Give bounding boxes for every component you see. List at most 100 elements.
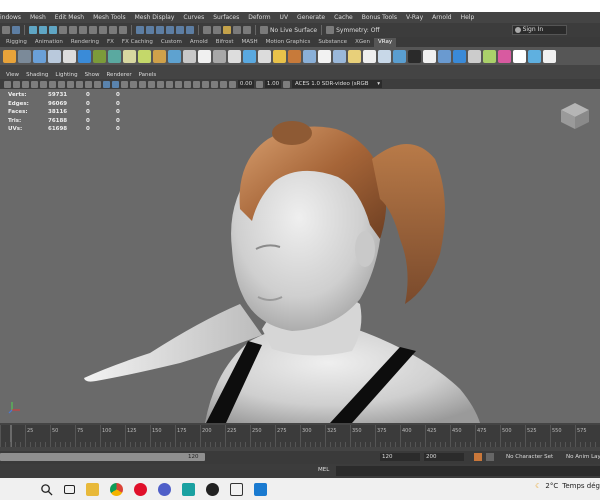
panel-menu-shading[interactable]: Shading xyxy=(26,72,48,78)
shelf-tool-icon[interactable] xyxy=(393,49,406,63)
shelf-tool-icon[interactable] xyxy=(78,49,91,63)
shelf-tool-icon[interactable] xyxy=(483,49,496,63)
menuset-icon[interactable] xyxy=(2,26,10,34)
mask-icon[interactable] xyxy=(79,26,87,34)
mask-icon[interactable] xyxy=(119,26,127,34)
shelf-tool-icon[interactable] xyxy=(123,49,136,63)
menu-mesh-display[interactable]: Mesh Display xyxy=(135,14,175,21)
menu-help[interactable]: Help xyxy=(461,14,475,21)
shelf-tool-icon[interactable] xyxy=(33,49,46,63)
tab-mash[interactable]: MASH xyxy=(237,38,261,47)
tab-substance[interactable]: Substance xyxy=(314,38,351,47)
mask-icon[interactable] xyxy=(59,26,67,34)
shelf-tool-icon[interactable] xyxy=(543,49,556,63)
auto-key-icon[interactable] xyxy=(474,453,482,461)
shelf-tool-icon[interactable] xyxy=(168,49,181,63)
textured-icon[interactable] xyxy=(130,80,137,88)
photos-icon[interactable] xyxy=(254,482,267,496)
menu-windows[interactable]: indows xyxy=(0,14,21,21)
mask-icon[interactable] xyxy=(99,26,107,34)
shelf-tool-icon[interactable] xyxy=(303,49,316,63)
time-ruler[interactable]: 25 50 75 100 125 150 175 200 225 250 275 300 325 350 3… xyxy=(0,425,600,447)
weather-icon[interactable]: ☾ xyxy=(535,482,541,490)
prefs-icon[interactable] xyxy=(486,453,494,461)
select-object-icon[interactable] xyxy=(39,26,47,34)
command-input[interactable] xyxy=(336,466,600,476)
shelf-tool-icon[interactable] xyxy=(498,49,511,63)
3d-viewer-icon[interactable] xyxy=(230,482,243,496)
anim-start-field[interactable]: 120 xyxy=(380,453,420,461)
mask-icon[interactable] xyxy=(109,26,117,34)
history-icon[interactable] xyxy=(213,26,221,34)
panel-menu-panels[interactable]: Panels xyxy=(139,72,157,78)
browser-icon[interactable] xyxy=(158,482,171,496)
gate-mask-icon[interactable] xyxy=(67,80,74,88)
select-component-icon[interactable] xyxy=(49,26,57,34)
color-management-icon[interactable] xyxy=(283,80,290,88)
menu-deform[interactable]: Deform xyxy=(248,14,270,21)
snap-point-icon[interactable] xyxy=(156,26,164,34)
chrome-icon[interactable] xyxy=(110,482,123,496)
history-icon[interactable] xyxy=(203,26,211,34)
panel-menu-lighting[interactable]: Lighting xyxy=(55,72,77,78)
shelf-tool-icon[interactable] xyxy=(288,49,301,63)
ssao-icon[interactable] xyxy=(157,80,164,88)
shelf-tool-icon[interactable] xyxy=(18,49,31,63)
shelf-tool-icon[interactable] xyxy=(363,49,376,63)
wireframe-on-shaded-icon[interactable] xyxy=(121,80,128,88)
isolate-select-icon[interactable] xyxy=(193,80,200,88)
sign-in-button[interactable]: Sign In xyxy=(511,25,567,35)
shelf-tool-icon[interactable] xyxy=(333,49,346,63)
panel-menu-view[interactable]: View xyxy=(6,72,19,78)
camera-icon[interactable] xyxy=(4,80,11,88)
menu-surfaces[interactable]: Surfaces xyxy=(213,14,239,21)
symmetry-icon[interactable] xyxy=(326,26,335,34)
range-slider-handle[interactable]: 120 xyxy=(0,453,205,461)
menu-bonus-tools[interactable]: Bonus Tools xyxy=(362,14,397,21)
grid-icon[interactable] xyxy=(40,80,47,88)
menu-cache[interactable]: Cache xyxy=(334,14,353,21)
menu-uv[interactable]: UV xyxy=(280,14,289,21)
xray-components-icon[interactable] xyxy=(220,80,227,88)
shelf-tool-icon[interactable] xyxy=(48,49,61,63)
depth-of-field-icon[interactable] xyxy=(184,80,191,88)
shelf-tool-icon[interactable] xyxy=(378,49,391,63)
tab-custom[interactable]: Custom xyxy=(157,38,186,47)
menu-curves[interactable]: Curves xyxy=(183,14,204,21)
render-settings-icon[interactable] xyxy=(243,26,251,34)
live-surface-label[interactable]: No Live Surface xyxy=(270,27,317,34)
safe-action-icon[interactable] xyxy=(85,80,92,88)
shelf-tool-icon[interactable] xyxy=(318,49,331,63)
image-plane-icon[interactable] xyxy=(31,80,38,88)
menu-edit-mesh[interactable]: Edit Mesh xyxy=(55,14,84,21)
resolution-gate-icon[interactable] xyxy=(58,80,65,88)
snap-surface-icon[interactable] xyxy=(176,26,184,34)
shelf-tool-icon[interactable] xyxy=(183,49,196,63)
mask-icon[interactable] xyxy=(89,26,97,34)
shelf-tool-icon[interactable] xyxy=(243,49,256,63)
xray-icon[interactable] xyxy=(202,80,209,88)
tab-arnold[interactable]: Arnold xyxy=(186,38,212,47)
task-view-icon[interactable] xyxy=(64,484,75,494)
shelf-tool-icon[interactable] xyxy=(408,49,421,63)
menu-mesh[interactable]: Mesh xyxy=(30,14,46,21)
unreal-icon[interactable] xyxy=(206,482,219,496)
shelf-tool-icon[interactable] xyxy=(3,49,16,63)
safe-title-icon[interactable] xyxy=(94,80,101,88)
motion-blur-icon[interactable] xyxy=(166,80,173,88)
menu-arnold[interactable]: Arnold xyxy=(432,14,451,21)
shelf-tool-icon[interactable] xyxy=(63,49,76,63)
bookmark-icon[interactable] xyxy=(22,80,29,88)
file-explorer-icon[interactable] xyxy=(86,482,99,496)
panel-menu-show[interactable]: Show xyxy=(85,72,100,78)
maya-icon[interactable] xyxy=(182,482,195,496)
tab-motion-graphics[interactable]: Motion Graphics xyxy=(262,38,315,47)
colorspace-dropdown[interactable]: ACES 1.0 SDR-video (sRGB ▾ xyxy=(292,80,382,88)
snap-curve-icon[interactable] xyxy=(146,26,154,34)
ipr-icon[interactable] xyxy=(233,26,241,34)
shelf-tool-icon[interactable] xyxy=(453,49,466,63)
shelf-tool-icon[interactable] xyxy=(273,49,286,63)
shelf-tool-icon[interactable] xyxy=(348,49,361,63)
tab-vray[interactable]: VRay xyxy=(373,38,397,47)
new-scene-icon[interactable] xyxy=(12,26,20,34)
